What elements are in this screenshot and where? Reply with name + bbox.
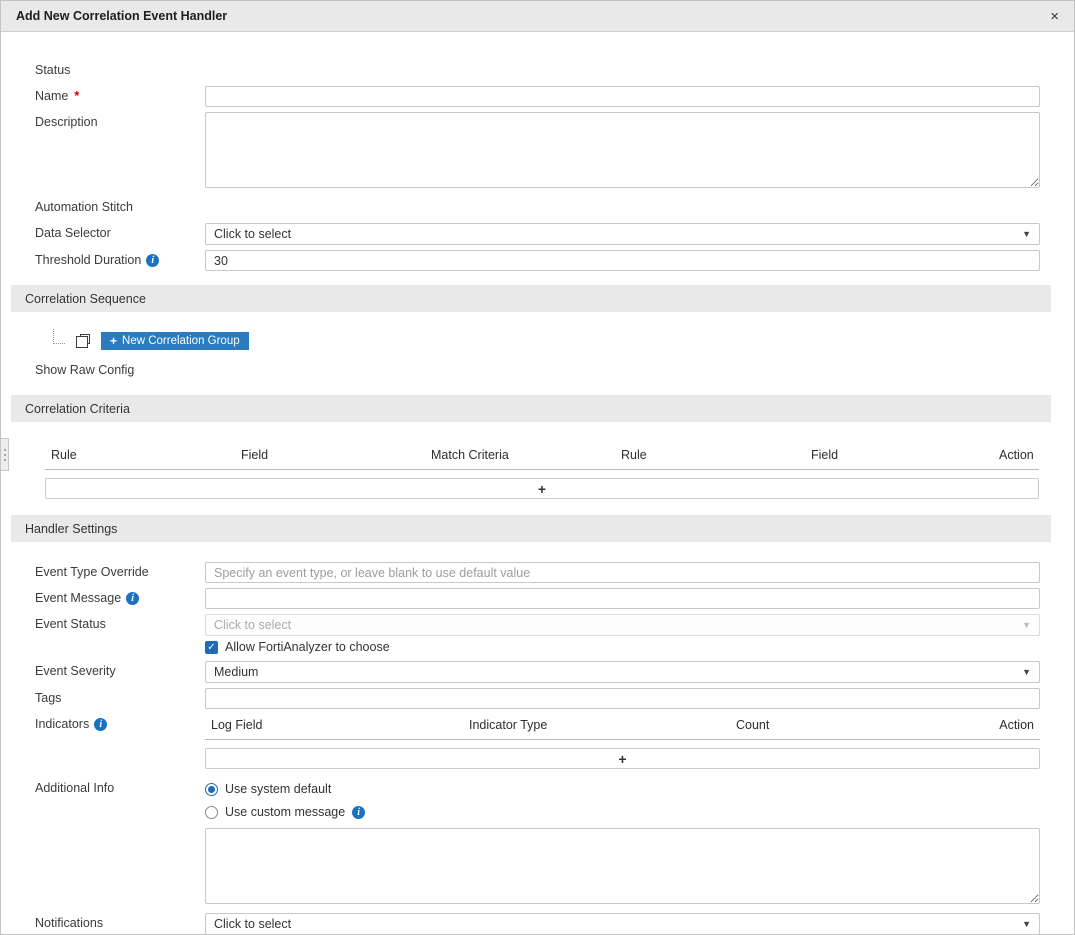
- correlation-criteria-table: Rule Field Match Criteria Rule Field Act…: [45, 442, 1039, 499]
- allow-fortianalyzer-checkline: ✓ Allow FortiAnalyzer to choose: [205, 640, 1040, 654]
- column-header: Match Criteria: [431, 448, 621, 462]
- event-status-value: Click to select: [214, 618, 291, 632]
- correlation-sequence-tree: + New Correlation Group: [53, 332, 1040, 350]
- description-label: Description: [35, 112, 205, 129]
- required-asterisk: *: [74, 89, 79, 103]
- info-icon[interactable]: i: [94, 718, 107, 731]
- correlation-criteria-header: Correlation Criteria: [11, 395, 1051, 422]
- criteria-add-row-button[interactable]: +: [45, 478, 1039, 499]
- chevron-down-icon: ▼: [1022, 229, 1031, 239]
- allow-fortianalyzer-label: Allow FortiAnalyzer to choose: [225, 640, 390, 654]
- threshold-duration-input[interactable]: [205, 250, 1040, 271]
- new-correlation-group-button[interactable]: + New Correlation Group: [101, 332, 249, 350]
- threshold-duration-label: Threshold Duration i: [35, 250, 205, 267]
- status-row: Status: [35, 60, 1040, 81]
- indicators-add-row-button[interactable]: +: [205, 748, 1040, 769]
- column-header: Action: [999, 448, 1034, 462]
- automation-stitch-row: Automation Stitch: [35, 197, 1040, 218]
- event-status-select[interactable]: Click to select ▼: [205, 614, 1040, 636]
- data-selector-select[interactable]: Click to select ▼: [205, 223, 1040, 245]
- dialog-title: Add New Correlation Event Handler: [16, 9, 227, 23]
- close-icon[interactable]: ×: [1050, 9, 1059, 24]
- indicators-label: Indicators i: [35, 714, 205, 731]
- criteria-table-header: Rule Field Match Criteria Rule Field Act…: [45, 442, 1039, 470]
- event-message-input[interactable]: [205, 588, 1040, 609]
- additional-info-label: Additional Info: [35, 778, 205, 795]
- tags-input[interactable]: [205, 688, 1040, 709]
- event-severity-row: Event Severity Medium ▼: [35, 661, 1040, 683]
- data-selector-label: Data Selector: [35, 223, 205, 240]
- tags-label: Tags: [35, 688, 205, 705]
- event-type-override-label: Event Type Override: [35, 562, 205, 579]
- use-custom-message-label: Use custom message: [225, 805, 345, 819]
- plus-icon: +: [110, 334, 117, 348]
- use-system-default-radio[interactable]: [205, 783, 218, 796]
- indicators-row: Indicators i Log Field Indicator Type Co…: [35, 714, 1040, 769]
- allow-fortianalyzer-checkbox[interactable]: ✓: [205, 641, 218, 654]
- tree-connector-icon: [53, 329, 65, 344]
- column-header: Count: [736, 718, 976, 732]
- chevron-down-icon: ▼: [1022, 919, 1031, 929]
- info-icon[interactable]: i: [126, 592, 139, 605]
- event-type-override-row: Event Type Override: [35, 562, 1040, 583]
- notifications-label: Notifications: [35, 913, 205, 930]
- column-header: Field: [241, 448, 431, 462]
- data-selector-value: Click to select: [214, 227, 291, 241]
- use-system-default-label: Use system default: [225, 782, 331, 796]
- name-label: Name*: [35, 86, 205, 103]
- event-type-override-input[interactable]: [205, 562, 1040, 583]
- name-row: Name*: [35, 86, 1040, 107]
- data-selector-row: Data Selector Click to select ▼: [35, 223, 1040, 245]
- use-custom-message-radio[interactable]: [205, 806, 218, 819]
- additional-info-row: Additional Info Use system default Use c…: [35, 778, 1040, 904]
- show-raw-config-label: Show Raw Config: [35, 360, 205, 377]
- dialog-body: Status Name* Description Automation Stit…: [1, 32, 1074, 935]
- use-system-default-option: Use system default: [205, 782, 1040, 796]
- info-icon[interactable]: i: [146, 254, 159, 267]
- event-status-row: Event Status Click to select ▼ ✓ Allow F…: [35, 614, 1040, 656]
- notifications-value: Click to select: [214, 917, 291, 931]
- chevron-down-icon: ▼: [1022, 667, 1031, 677]
- event-severity-select[interactable]: Medium ▼: [205, 661, 1040, 683]
- show-raw-config-row: Show Raw Config: [35, 360, 1040, 381]
- notifications-row: Notifications Click to select ▼: [35, 913, 1040, 935]
- info-icon[interactable]: i: [352, 806, 365, 819]
- event-severity-value: Medium: [214, 665, 258, 679]
- use-custom-message-option: Use custom message i: [205, 805, 1040, 819]
- name-input[interactable]: [205, 86, 1040, 107]
- event-message-label: Event Message i: [35, 588, 205, 605]
- dialog-titlebar: Add New Correlation Event Handler ×: [1, 1, 1074, 32]
- event-severity-label: Event Severity: [35, 661, 205, 678]
- column-header: Action: [976, 718, 1034, 732]
- custom-message-textarea[interactable]: [205, 828, 1040, 904]
- indicators-table-header: Log Field Indicator Type Count Action: [205, 714, 1040, 740]
- description-textarea[interactable]: [205, 112, 1040, 188]
- event-status-label: Event Status: [35, 614, 205, 631]
- threshold-duration-row: Threshold Duration i: [35, 250, 1040, 271]
- notifications-select[interactable]: Click to select ▼: [205, 913, 1040, 935]
- status-label: Status: [35, 60, 205, 77]
- correlation-sequence-header: Correlation Sequence: [11, 285, 1051, 312]
- chevron-down-icon: ▼: [1022, 620, 1031, 630]
- column-header: Indicator Type: [469, 718, 736, 732]
- column-header: Rule: [621, 448, 811, 462]
- column-header: Log Field: [211, 718, 469, 732]
- tags-row: Tags: [35, 688, 1040, 709]
- handler-settings-header: Handler Settings: [11, 515, 1051, 542]
- column-header: Field: [811, 448, 999, 462]
- event-message-row: Event Message i: [35, 588, 1040, 609]
- column-header: Rule: [51, 448, 241, 462]
- group-icon[interactable]: [76, 334, 90, 348]
- panel-resize-grip[interactable]: [1, 438, 9, 471]
- automation-stitch-label: Automation Stitch: [35, 197, 205, 214]
- description-row: Description: [35, 112, 1040, 188]
